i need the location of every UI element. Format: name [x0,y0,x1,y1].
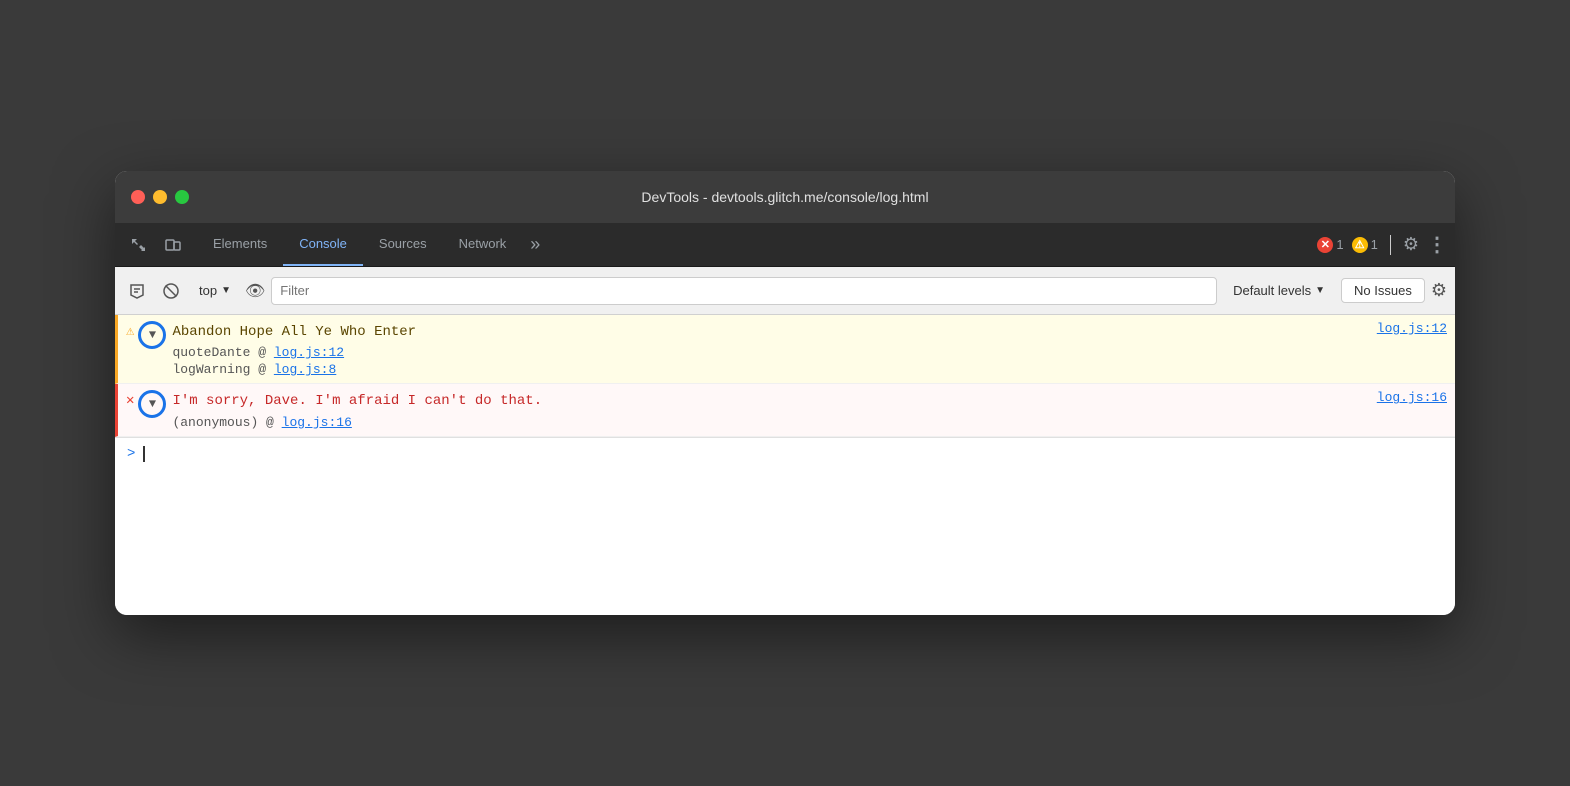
expand-warning-button[interactable]: ▼ [138,321,166,349]
error-badge: ✕ 1 [1317,237,1343,253]
tab-list: Elements Console Sources Network » [197,223,1317,266]
context-dropdown-arrow: ▼ [221,285,231,296]
console-entry-error: ✕ ▼ I'm sorry, Dave. I'm afraid I can't … [115,384,1455,436]
expand-error-arrow-icon: ▼ [149,397,156,411]
error-stack-fn: (anonymous) @ [172,415,281,430]
warning-stack-2: logWarning @ log.js:8 [172,362,1360,377]
console-toolbar: top ▼ 👁 Default levels ▼ No Issues ⚙ [115,267,1455,315]
window-title: DevTools - devtools.glitch.me/console/lo… [641,189,928,205]
tab-network[interactable]: Network [443,223,523,266]
context-selector-button[interactable]: top ▼ [191,279,239,302]
stack-fn-1: quoteDante @ [172,345,273,360]
error-circle-icon: ✕ [126,392,134,409]
error-count: 1 [1336,237,1343,252]
tab-console[interactable]: Console [283,223,363,266]
traffic-lights [131,190,189,204]
filter-input[interactable] [271,277,1217,305]
minimize-button[interactable] [153,190,167,204]
error-icon: ✕ [1317,237,1333,253]
maximize-button[interactable] [175,190,189,204]
error-source-link[interactable]: log.js:16 [1361,390,1447,405]
context-label: top [199,283,217,298]
titlebar: DevTools - devtools.glitch.me/console/lo… [115,171,1455,223]
devtools-tabbar: Elements Console Sources Network » ✕ 1 ⚠… [115,223,1455,267]
console-prompt: > [127,446,135,462]
more-tabs-button[interactable]: » [522,234,548,255]
close-button[interactable] [131,190,145,204]
settings-icon[interactable]: ⚙ [1403,234,1419,255]
warning-stack: quoteDante @ log.js:12 [172,345,1360,360]
console-settings-icon[interactable]: ⚙ [1431,280,1447,301]
divider [1390,235,1391,255]
log-levels-button[interactable]: Default levels ▼ [1223,279,1335,302]
console-cursor[interactable] [143,446,145,462]
warning-entry-content: Abandon Hope All Ye Who Enter quoteDante… [172,321,1360,377]
stack-fn-2: logWarning @ [172,362,273,377]
console-entry-warning: ⚠ ▼ Abandon Hope All Ye Who Enter quoteD… [115,315,1455,384]
levels-label: Default levels [1233,283,1311,298]
warning-icon: ⚠ [1352,237,1368,253]
live-expression-button[interactable]: 👁 [245,281,265,301]
expand-error-button[interactable]: ▼ [138,390,166,418]
stack-link-1[interactable]: log.js:12 [274,345,344,360]
warning-badge: ⚠ 1 [1352,237,1378,253]
warning-triangle-icon: ⚠ [126,323,134,340]
tab-sources[interactable]: Sources [363,223,443,266]
toolbar-icons [123,229,189,261]
no-issues-label: No Issues [1354,283,1412,298]
error-stack-link[interactable]: log.js:16 [282,415,352,430]
inspect-element-button[interactable] [123,229,155,261]
warning-source-link[interactable]: log.js:12 [1361,321,1447,336]
error-entry-content: I'm sorry, Dave. I'm afraid I can't do t… [172,390,1360,429]
levels-dropdown-arrow: ▼ [1315,285,1325,296]
more-options-icon[interactable]: ⋮ [1427,232,1447,257]
stack-link-2[interactable]: log.js:8 [274,362,336,377]
warning-main-text: Abandon Hope All Ye Who Enter [172,321,1360,343]
devtools-window: DevTools - devtools.glitch.me/console/lo… [115,171,1455,615]
console-input-row: > [115,437,1455,470]
error-main-text: I'm sorry, Dave. I'm afraid I can't do t… [172,390,1360,412]
warning-count: 1 [1371,237,1378,252]
tab-right-controls: ✕ 1 ⚠ 1 ⚙ ⋮ [1317,232,1447,257]
clear-console-button[interactable] [123,277,151,305]
tab-elements[interactable]: Elements [197,223,283,266]
expand-arrow-icon: ▼ [149,328,156,342]
device-toolbar-button[interactable] [157,229,189,261]
error-stack: (anonymous) @ log.js:16 [172,415,1360,430]
no-issues-button[interactable]: No Issues [1341,278,1425,303]
console-output: ⚠ ▼ Abandon Hope All Ye Who Enter quoteD… [115,315,1455,615]
block-icon-button[interactable] [157,277,185,305]
